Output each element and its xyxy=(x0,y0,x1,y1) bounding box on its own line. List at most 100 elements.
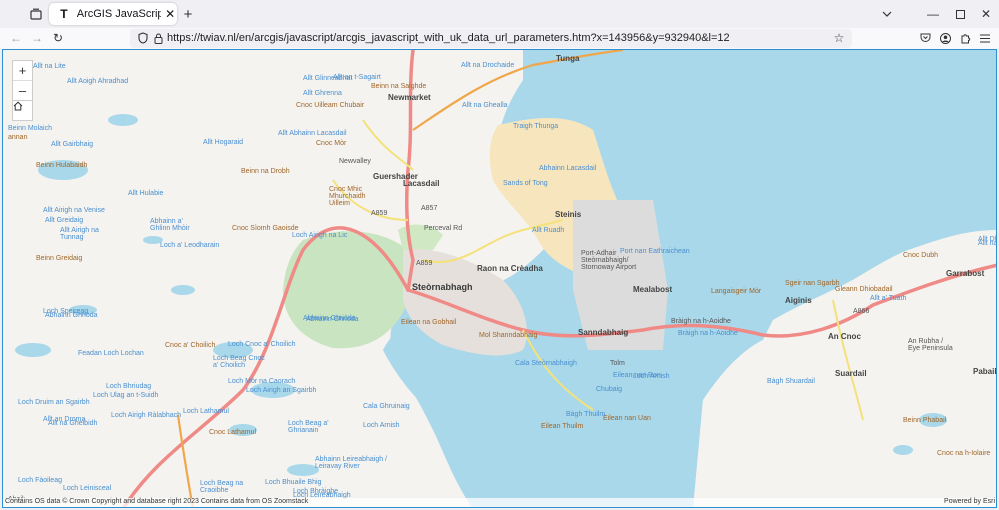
map-label: Cnoc Sìomh Gaoisde xyxy=(232,225,299,232)
map-label: A866 xyxy=(853,308,870,315)
map-label: Allt Hulabie xyxy=(128,190,164,197)
maximize-icon[interactable] xyxy=(952,6,968,22)
tab-bar: T ArcGIS JavaScript with UK data ✕ + — ✕ xyxy=(0,0,999,28)
bookmark-star-icon[interactable]: ☆ xyxy=(832,31,846,45)
map-label: Gleann Dhiobadail xyxy=(835,286,893,293)
map-label: Port nan Eathraichean xyxy=(620,248,690,255)
map-label: Loch Beag a' Ghrianain xyxy=(288,420,329,434)
map-label: Mol Shanndabhaig xyxy=(479,332,538,339)
map-label: Loch Ulag an t-Suidh xyxy=(93,392,159,399)
map-label: Bàgh Shuardail xyxy=(767,378,815,385)
map-label: An Cnoc xyxy=(828,332,861,341)
new-tab-icon[interactable]: + xyxy=(180,6,196,23)
lock-icon[interactable] xyxy=(151,31,165,45)
close-window-icon[interactable]: ✕ xyxy=(978,6,994,22)
account-icon[interactable] xyxy=(938,31,952,45)
map-label: Allt Greidaig xyxy=(45,217,84,224)
forward-icon[interactable]: → xyxy=(29,30,45,46)
tab-favicon-icon: T xyxy=(60,7,68,21)
map-label: Cnoc Uilleam Chubair xyxy=(296,102,365,109)
map-label: Loch Airigh na Lic xyxy=(292,232,348,239)
map-label: Steinis xyxy=(555,210,582,219)
tab-close-icon[interactable]: ✕ xyxy=(163,7,177,21)
map-label: Beinn Phabail xyxy=(903,417,947,424)
map-label: Aiginis xyxy=(785,296,812,305)
url-text[interactable]: https://twiav.nl/en/arcgis/javascript/ar… xyxy=(167,32,730,44)
map-label: Loch Mòr na Caorach xyxy=(228,378,296,385)
map-label: Eilean nan Uan xyxy=(603,415,651,422)
attribution-text: Contains OS data © Crown Copyright and d… xyxy=(5,498,309,505)
map-label: Newmarket xyxy=(388,93,431,102)
map-label: Raon na Crèadha xyxy=(477,264,543,273)
back-icon[interactable]: ← xyxy=(8,30,24,46)
map-label: Cnoc Mhic Mhurchaidh Uilleim xyxy=(329,186,366,207)
map-label: Loch Airigh an Sgairbh xyxy=(246,387,317,394)
tab-overview-icon[interactable] xyxy=(28,6,44,22)
map-label: A857 xyxy=(421,205,438,212)
map-label: Allt na Drochaide xyxy=(461,62,515,69)
map-label: Cnoc Mòr xyxy=(316,140,347,147)
map-label: A859 xyxy=(371,210,388,217)
map-label: Allt Glinneabhat xyxy=(303,75,353,82)
map-label: Langaisgeir Mòr xyxy=(711,288,762,295)
map-label: Tunga xyxy=(556,54,580,63)
map-label: Bràigh na h-Aoidhe xyxy=(678,330,738,337)
map-label: Beinn Greidaig xyxy=(36,255,83,262)
home-button[interactable] xyxy=(12,100,33,121)
map-label: Abhainn Lacasdail xyxy=(539,165,597,172)
map-label: Loch Bhràighe xyxy=(293,488,339,495)
menu-icon[interactable] xyxy=(978,31,992,45)
zoom-control: + – xyxy=(12,60,33,101)
map-label: Allt Hogaraid xyxy=(203,139,244,146)
reload-icon[interactable]: ↻ xyxy=(50,30,66,46)
map-label: Feadan Loch Lochan xyxy=(78,350,144,357)
map-label: Cala Steòrnabhaigh xyxy=(515,360,577,367)
map-label: Eilean nan Ron xyxy=(613,372,661,379)
attribution-bar: Contains OS data © Crown Copyright and d… xyxy=(3,498,996,507)
map-label: Bàgh Thuilm xyxy=(566,411,606,418)
map-label: Perceval Rd xyxy=(424,225,463,232)
minimize-icon[interactable]: — xyxy=(925,6,941,22)
map-label: Allt nan Con xyxy=(978,240,996,247)
map-label: Allt Airigh na Venise xyxy=(43,207,105,214)
powered-by-esri[interactable]: Powered by Esri xyxy=(944,498,995,505)
map-label: Steòrnabhagh xyxy=(412,282,473,292)
map-label: Chubaig xyxy=(596,386,623,393)
map-label: Cnoc na h-Iolaire xyxy=(937,450,991,457)
shield-icon[interactable] xyxy=(136,31,150,45)
map-label: Sands of Tong xyxy=(503,180,548,187)
map-label: Loch Beag Cnoc a' Choilich xyxy=(213,355,265,369)
map-label: Suardail xyxy=(835,369,867,378)
map-label: Abhainn Ghriòda xyxy=(303,315,356,322)
map-label: An Rubha / Eye Peninsula xyxy=(908,338,953,352)
map-label: Lacasdail xyxy=(403,179,440,188)
map-label: Eilean na Gobhail xyxy=(401,319,457,326)
list-tabs-icon[interactable] xyxy=(879,6,895,22)
map-label: Loch a' Leodharain xyxy=(160,242,220,249)
map-label: Beinn na Saighde xyxy=(371,83,427,90)
map-label: Cnoc a' Choilich xyxy=(165,342,216,349)
map-label: Loch Arnish xyxy=(363,422,400,429)
map-label: Allt Airigh na Tunnag xyxy=(60,227,99,241)
zoom-in-button[interactable]: + xyxy=(13,61,32,81)
map-label: Allt Ghrenna xyxy=(303,90,342,97)
map-view[interactable]: Tunga Newmarket Guershader Lacasdail Steòrna… xyxy=(2,49,997,508)
map-label: Loch Fàoileag xyxy=(18,477,62,484)
map-basemap xyxy=(15,50,996,507)
zoom-out-button[interactable]: – xyxy=(13,81,32,100)
map-label: Loch Lathamul xyxy=(183,408,229,415)
map-label: Tolm xyxy=(610,360,625,367)
map-label: Mealabost xyxy=(633,285,673,294)
home-icon xyxy=(13,101,23,111)
browser-tab[interactable]: T ArcGIS JavaScript with UK data ✕ xyxy=(49,3,177,25)
map-label: Loch Druim an Sgairbh xyxy=(18,399,90,406)
map-label: Abhainn a' Ghlinn Mhòir xyxy=(150,218,190,232)
extensions-icon[interactable] xyxy=(958,31,972,45)
map-label: Allt Aoigh Ahradhad xyxy=(67,78,129,85)
map-label: Eilean Thuilm xyxy=(541,423,584,430)
pocket-icon[interactable] xyxy=(918,31,932,45)
map-label: Loch Airigh Ràlabhach xyxy=(111,412,182,419)
map-label: Sanndabhaig xyxy=(578,328,629,337)
map-label: Beinn na Drobh xyxy=(241,168,290,175)
map-label: Allt Gairbhaig xyxy=(51,141,94,148)
